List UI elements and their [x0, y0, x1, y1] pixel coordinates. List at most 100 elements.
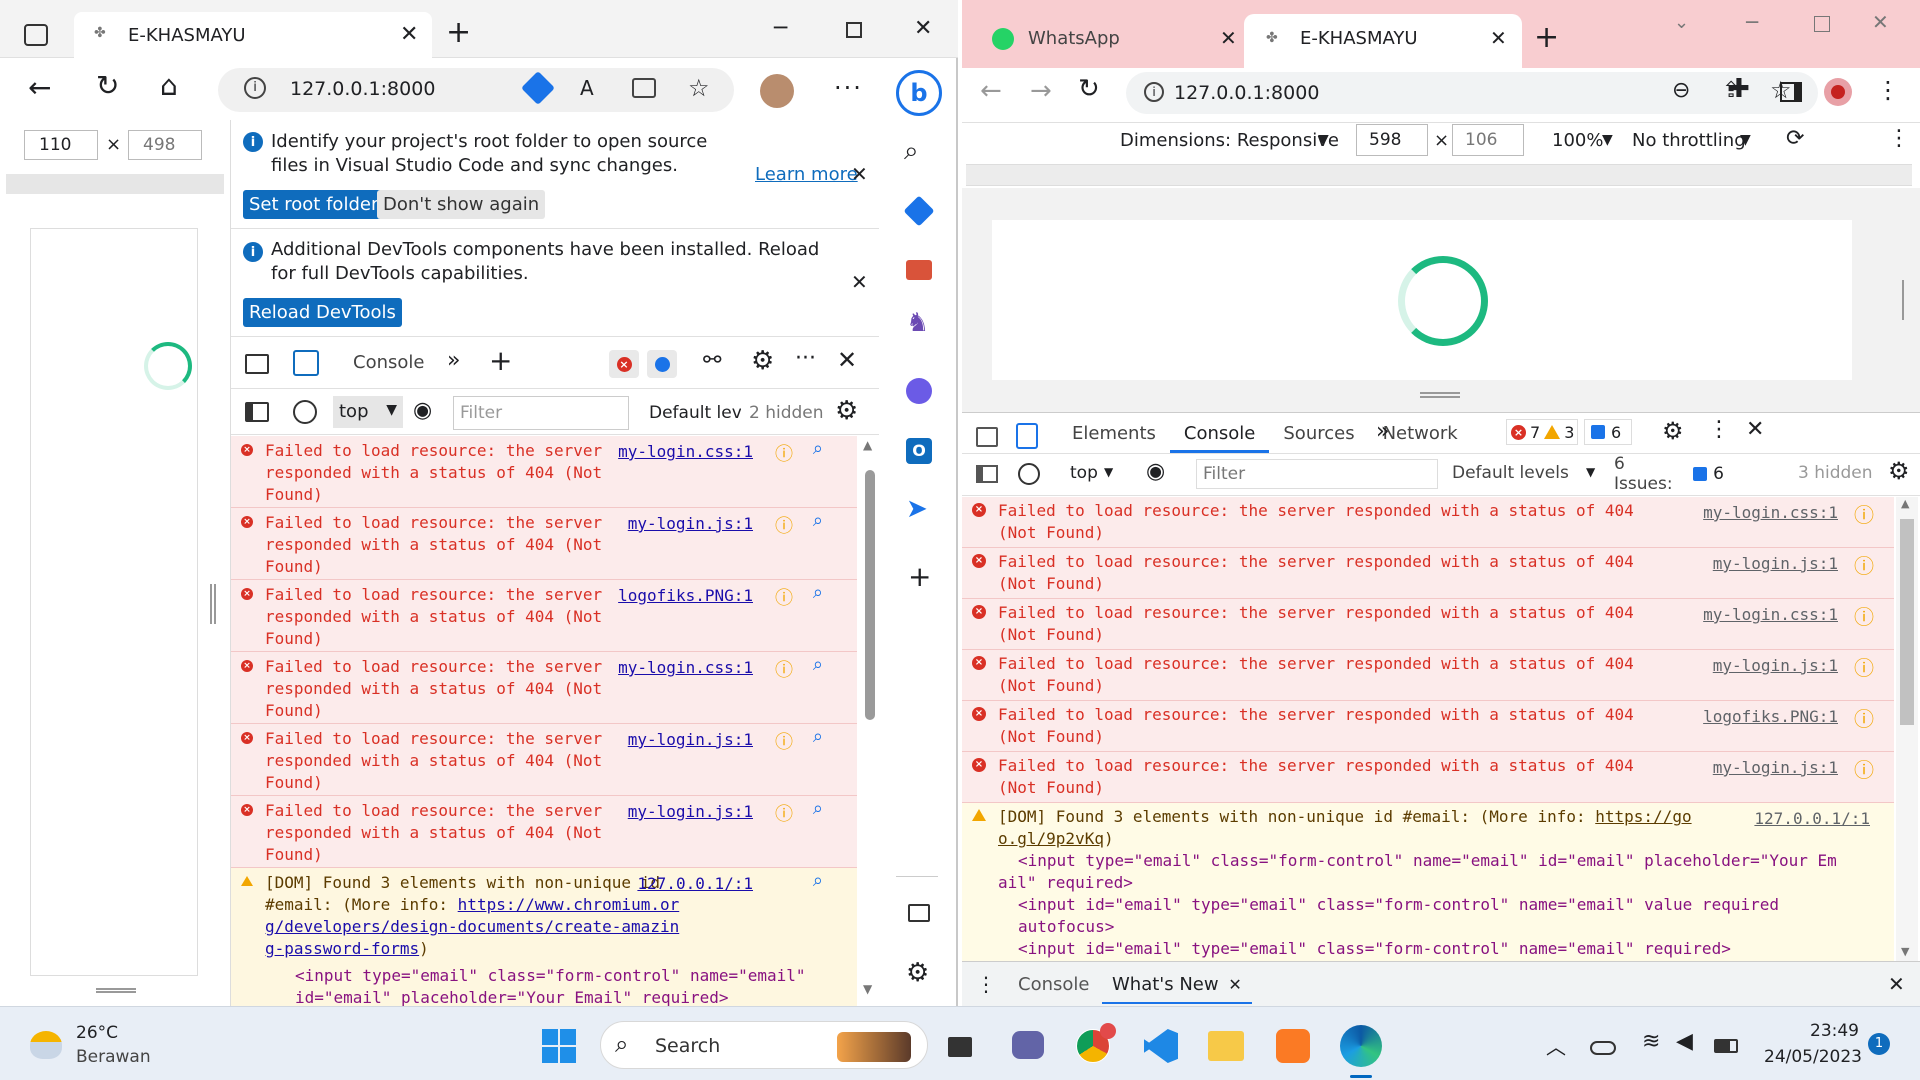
right-height-input[interactable]: 106: [1452, 124, 1524, 156]
maximize-icon[interactable]: [1814, 16, 1830, 32]
side-panel-icon[interactable]: [1780, 82, 1802, 102]
close-tab-icon[interactable]: ✕: [1228, 975, 1241, 994]
device-toggle-icon[interactable]: [293, 350, 319, 376]
profile-avatar[interactable]: [760, 74, 794, 108]
weather-temp[interactable]: 26°C: [76, 1023, 118, 1043]
left-address-bar[interactable]: i 127.0.0.1:8000 A ☆: [218, 68, 734, 112]
settings-icon[interactable]: ⚙: [1662, 417, 1684, 445]
refresh-icon[interactable]: ↻: [96, 72, 119, 100]
file-explorer-icon[interactable]: [1208, 1031, 1244, 1061]
context-select[interactable]: top: [1070, 463, 1098, 483]
device-toggle-icon[interactable]: [1016, 423, 1038, 449]
tools-icon[interactable]: [906, 260, 932, 280]
warning-url[interactable]: o.gl/9p2vKq: [998, 829, 1104, 848]
source-link[interactable]: logofiks.PNG:1: [1703, 707, 1838, 726]
profile-icon[interactable]: [1824, 78, 1852, 106]
more-options-icon[interactable]: ⋮: [1708, 417, 1730, 442]
code-line[interactable]: ail" required>: [998, 873, 1133, 892]
rotate-icon[interactable]: ⟳: [1786, 126, 1804, 151]
drawer-tab-console[interactable]: Console: [1018, 974, 1089, 995]
info-counter[interactable]: 6: [1584, 419, 1632, 445]
code-line[interactable]: <input type="email" class="form-control"…: [295, 966, 806, 985]
errors-badge[interactable]: ×: [609, 350, 639, 378]
forward-icon[interactable]: →: [1030, 76, 1052, 106]
left-width-input[interactable]: 110: [24, 130, 98, 160]
new-tab-icon[interactable]: +: [446, 18, 471, 48]
right-bottom-resize-handle[interactable]: [1420, 392, 1460, 398]
explain-icon[interactable]: ⓘ: [775, 512, 793, 538]
console-settings-icon[interactable]: ⚙: [835, 396, 858, 426]
explain-icon[interactable]: ⓘ: [775, 656, 793, 682]
source-link[interactable]: my-login.css:1: [618, 442, 753, 461]
context-select[interactable]: top ▼: [333, 396, 403, 428]
clear-console-icon[interactable]: [1018, 463, 1040, 485]
task-view-icon[interactable]: [948, 1037, 972, 1057]
read-aloud-icon[interactable]: A: [580, 76, 594, 100]
more-icon[interactable]: ···: [834, 74, 863, 102]
explain-icon[interactable]: ⓘ: [1854, 652, 1874, 681]
explain-icon[interactable]: ⓘ: [1854, 601, 1874, 630]
scroll-up-icon[interactable]: ▲: [863, 438, 872, 452]
refresh-icon[interactable]: ↻: [1078, 74, 1100, 104]
source-link[interactable]: my-login.css:1: [1703, 503, 1838, 522]
search-icon[interactable]: ⌕: [904, 136, 919, 167]
scroll-up-icon[interactable]: ▲: [1901, 497, 1909, 510]
extensions-icon[interactable]: ✚: [1728, 74, 1750, 104]
source-link[interactable]: my-login.css:1: [618, 658, 753, 677]
scroll-thumb[interactable]: [865, 470, 875, 720]
search-icon[interactable]: ⌕: [813, 726, 823, 747]
volume-icon[interactable]: ◀: [1676, 1029, 1693, 1054]
clock-date[interactable]: 24/05/2023: [1764, 1047, 1862, 1067]
whatsapp-tab[interactable]: WhatsApp ✕: [970, 18, 1242, 58]
sidebar-toggle-icon[interactable]: [245, 402, 269, 422]
more-options-icon[interactable]: ···: [795, 346, 816, 371]
scroll-down-icon[interactable]: ▼: [863, 982, 872, 996]
source-link[interactable]: my-login.css:1: [1703, 605, 1838, 624]
code-line[interactable]: id="email" placeholder="Your Email" requ…: [295, 988, 728, 1006]
code-line[interactable]: <input type="email" class="form-control"…: [1018, 851, 1837, 870]
search-icon[interactable]: ⌕: [813, 798, 823, 819]
drawer-menu-icon[interactable]: ⋮: [976, 972, 996, 996]
right-console-scrollbar[interactable]: ▲ ▼: [1896, 497, 1918, 961]
close-tab-icon[interactable]: ✕: [1220, 26, 1237, 50]
issue-counter[interactable]: × 7 3: [1506, 419, 1578, 445]
right-width-input[interactable]: 598: [1356, 124, 1428, 156]
scroll-thumb[interactable]: [1900, 519, 1914, 725]
minimize-icon[interactable]: ─: [1746, 10, 1758, 34]
devtools-tab-console[interactable]: Console: [1169, 413, 1270, 453]
copilot-icon[interactable]: [906, 378, 932, 404]
network-conditions-icon[interactable]: ⚯: [703, 348, 721, 373]
battery-icon[interactable]: [1714, 1039, 1738, 1053]
explain-icon[interactable]: ⓘ: [1854, 499, 1874, 528]
wifi-icon[interactable]: ≋: [1642, 1029, 1660, 1054]
site-info-icon[interactable]: i: [244, 77, 266, 99]
source-link[interactable]: my-login.js:1: [628, 730, 753, 749]
weather-desc[interactable]: Berawan: [76, 1047, 151, 1067]
explain-icon[interactable]: ⓘ: [1854, 703, 1874, 732]
bing-icon[interactable]: b: [896, 70, 942, 116]
favorites-icon[interactable]: ☆: [688, 74, 710, 102]
source-link[interactable]: my-login.js:1: [628, 802, 753, 821]
live-expression-icon[interactable]: ◉: [1146, 459, 1165, 484]
code-line[interactable]: autofocus>: [1018, 917, 1114, 936]
right-address-bar[interactable]: i 127.0.0.1:8000 ⊖ ⇪ ☆: [1126, 72, 1818, 114]
search-icon[interactable]: ⌕: [813, 870, 823, 891]
devtools-tab-sources[interactable]: Sources: [1269, 413, 1368, 453]
filter-input[interactable]: Filter: [453, 396, 629, 430]
right-resize-handle[interactable]: [1902, 280, 1908, 320]
search-icon[interactable]: ⌕: [813, 510, 823, 531]
teams-chat-icon[interactable]: [1012, 1031, 1044, 1059]
clear-console-icon[interactable]: [293, 400, 317, 424]
home-icon[interactable]: ⌂: [160, 72, 178, 100]
device-more-icon[interactable]: ⋮: [1888, 126, 1910, 151]
dont-show-again-button[interactable]: Don't show again: [377, 190, 546, 219]
close-tab-icon[interactable]: ✕: [400, 22, 418, 47]
tab-console[interactable]: Console: [353, 352, 424, 373]
search-icon[interactable]: ⌕: [813, 438, 823, 459]
source-link[interactable]: 127.0.0.1/:1: [1754, 809, 1870, 828]
code-line[interactable]: <input id="email" type="email" class="fo…: [1018, 895, 1779, 914]
inspect-icon[interactable]: [245, 354, 269, 374]
close-devtools-icon[interactable]: ✕: [1746, 417, 1764, 442]
reload-devtools-button[interactable]: Reload DevTools: [243, 298, 402, 327]
learn-more-link[interactable]: Learn more: [755, 164, 858, 185]
